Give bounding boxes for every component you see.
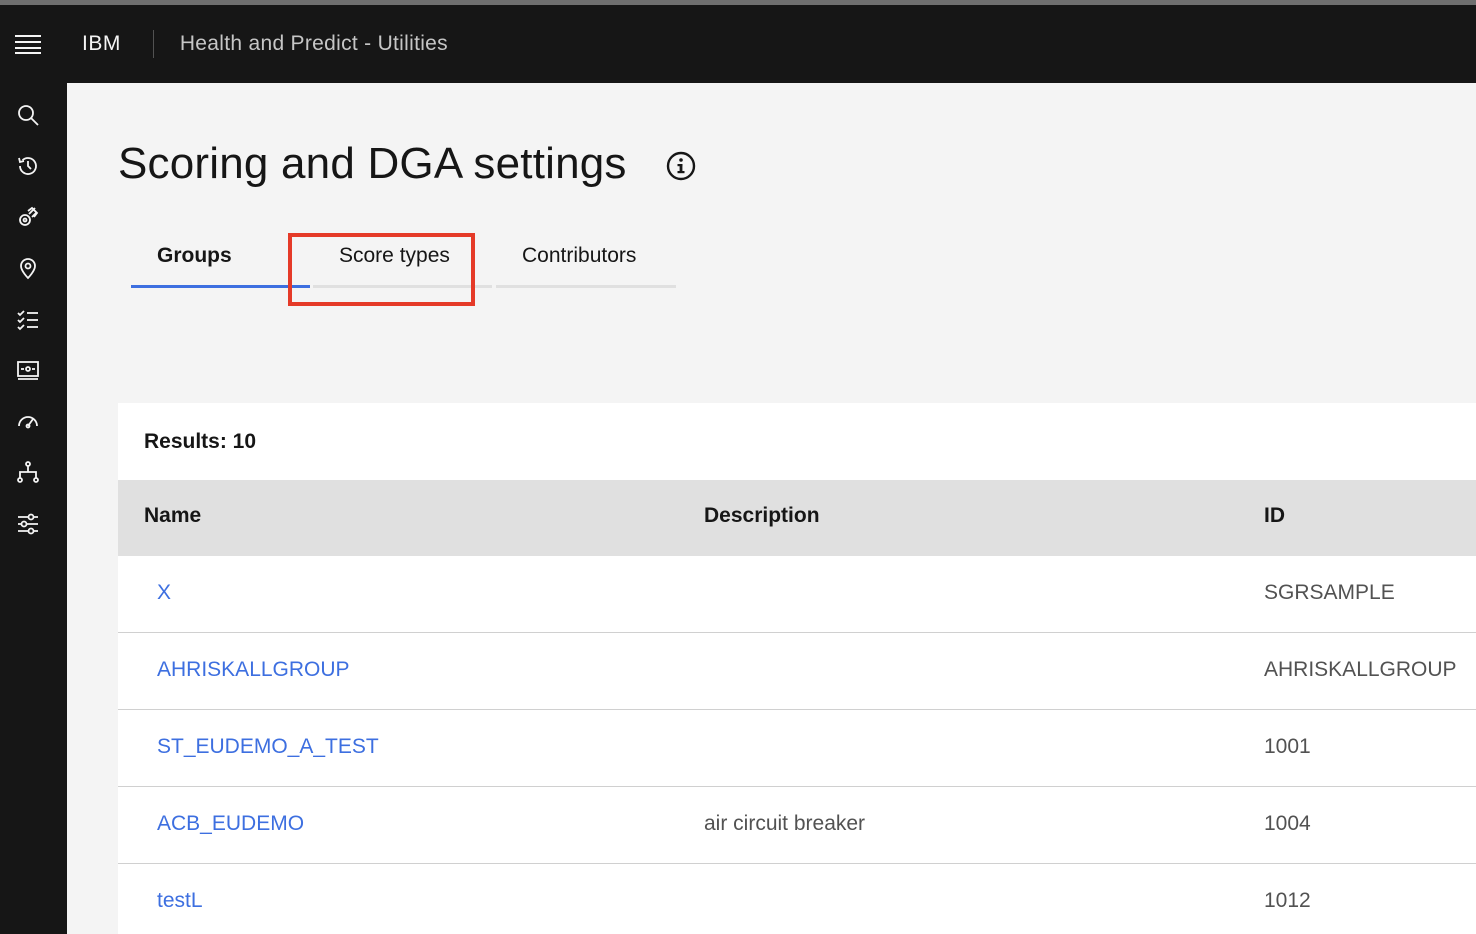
info-icon[interactable] bbox=[665, 150, 697, 182]
satellite-icon bbox=[19, 206, 39, 226]
table-header: Name Description ID bbox=[118, 480, 1476, 556]
table-row[interactable]: AHRISKALLGROUP AHRISKALLGROUP bbox=[118, 633, 1476, 710]
row-id: 1004 bbox=[1264, 812, 1311, 835]
table-row[interactable]: X SGRSAMPLE bbox=[118, 556, 1476, 633]
row-name-link[interactable]: X bbox=[157, 581, 171, 605]
product-name[interactable]: Health and Predict - Utilities bbox=[180, 32, 448, 56]
row-name-link[interactable]: ACB_EUDEMO bbox=[157, 812, 304, 836]
checklist-icon bbox=[17, 309, 38, 330]
tab-label: Contributors bbox=[522, 244, 637, 267]
sidenav-item-settings[interactable] bbox=[0, 497, 56, 548]
app-header: IBM Health and Predict - Utilities bbox=[0, 0, 1476, 83]
row-id: AHRISKALLGROUP bbox=[1264, 658, 1457, 681]
column-header-name[interactable]: Name bbox=[144, 504, 201, 528]
table-row[interactable]: ST_EUDEMO_A_TEST 1001 bbox=[118, 710, 1476, 787]
location-icon bbox=[20, 257, 36, 279]
history-icon bbox=[18, 156, 37, 175]
row-description: air circuit breaker bbox=[704, 812, 866, 835]
sliders-icon bbox=[18, 513, 38, 534]
table-row[interactable]: ACB_EUDEMO air circuit breaker 1004 bbox=[118, 787, 1476, 864]
main-content: Scoring and DGA settings Groups Score ty… bbox=[67, 83, 1476, 934]
hierarchy-icon bbox=[17, 460, 39, 483]
groups-table: Results: 10 Name Description ID X SGRSAM… bbox=[118, 403, 1476, 934]
tab-underline bbox=[131, 285, 310, 288]
row-name-link[interactable]: AHRISKALLGROUP bbox=[157, 658, 350, 682]
column-header-description[interactable]: Description bbox=[704, 504, 820, 528]
sidenav-item-meter[interactable] bbox=[0, 395, 56, 446]
header-divider bbox=[152, 30, 154, 58]
column-header-id[interactable]: ID bbox=[1264, 504, 1285, 528]
brand-logo[interactable]: IBM bbox=[82, 32, 121, 56]
row-name-link[interactable]: ST_EUDEMO_A_TEST bbox=[157, 735, 379, 759]
sidenav-item-satellite[interactable] bbox=[0, 191, 56, 242]
annotation-highlight-box bbox=[288, 233, 475, 306]
row-id: 1001 bbox=[1264, 735, 1311, 758]
row-id: 1012 bbox=[1264, 889, 1311, 912]
hamburger-menu-button[interactable] bbox=[0, 5, 56, 83]
tab-underline bbox=[496, 285, 676, 288]
side-navigation bbox=[0, 83, 67, 934]
table-row[interactable]: testL 1012 bbox=[118, 864, 1476, 934]
results-count: Results: 10 bbox=[144, 430, 257, 453]
search-icon bbox=[18, 104, 39, 126]
dashboard-icon bbox=[17, 360, 39, 380]
sidenav-item-history[interactable] bbox=[0, 140, 56, 191]
tab-contributors[interactable]: Contributors bbox=[496, 233, 676, 288]
tab-groups[interactable]: Groups bbox=[131, 233, 310, 288]
sidenav-item-dashboard[interactable] bbox=[0, 344, 56, 395]
meter-icon bbox=[18, 415, 38, 428]
page-title: Scoring and DGA settings bbox=[118, 139, 627, 188]
sidenav-item-checklist[interactable] bbox=[0, 293, 56, 344]
tab-label: Groups bbox=[157, 244, 232, 267]
row-name-link[interactable]: testL bbox=[157, 889, 203, 913]
menu-icon bbox=[15, 35, 41, 54]
sidenav-item-search[interactable] bbox=[0, 89, 56, 140]
row-id: SGRSAMPLE bbox=[1264, 581, 1395, 604]
sidenav-item-location[interactable] bbox=[0, 242, 56, 293]
sidenav-item-hierarchy[interactable] bbox=[0, 446, 56, 497]
